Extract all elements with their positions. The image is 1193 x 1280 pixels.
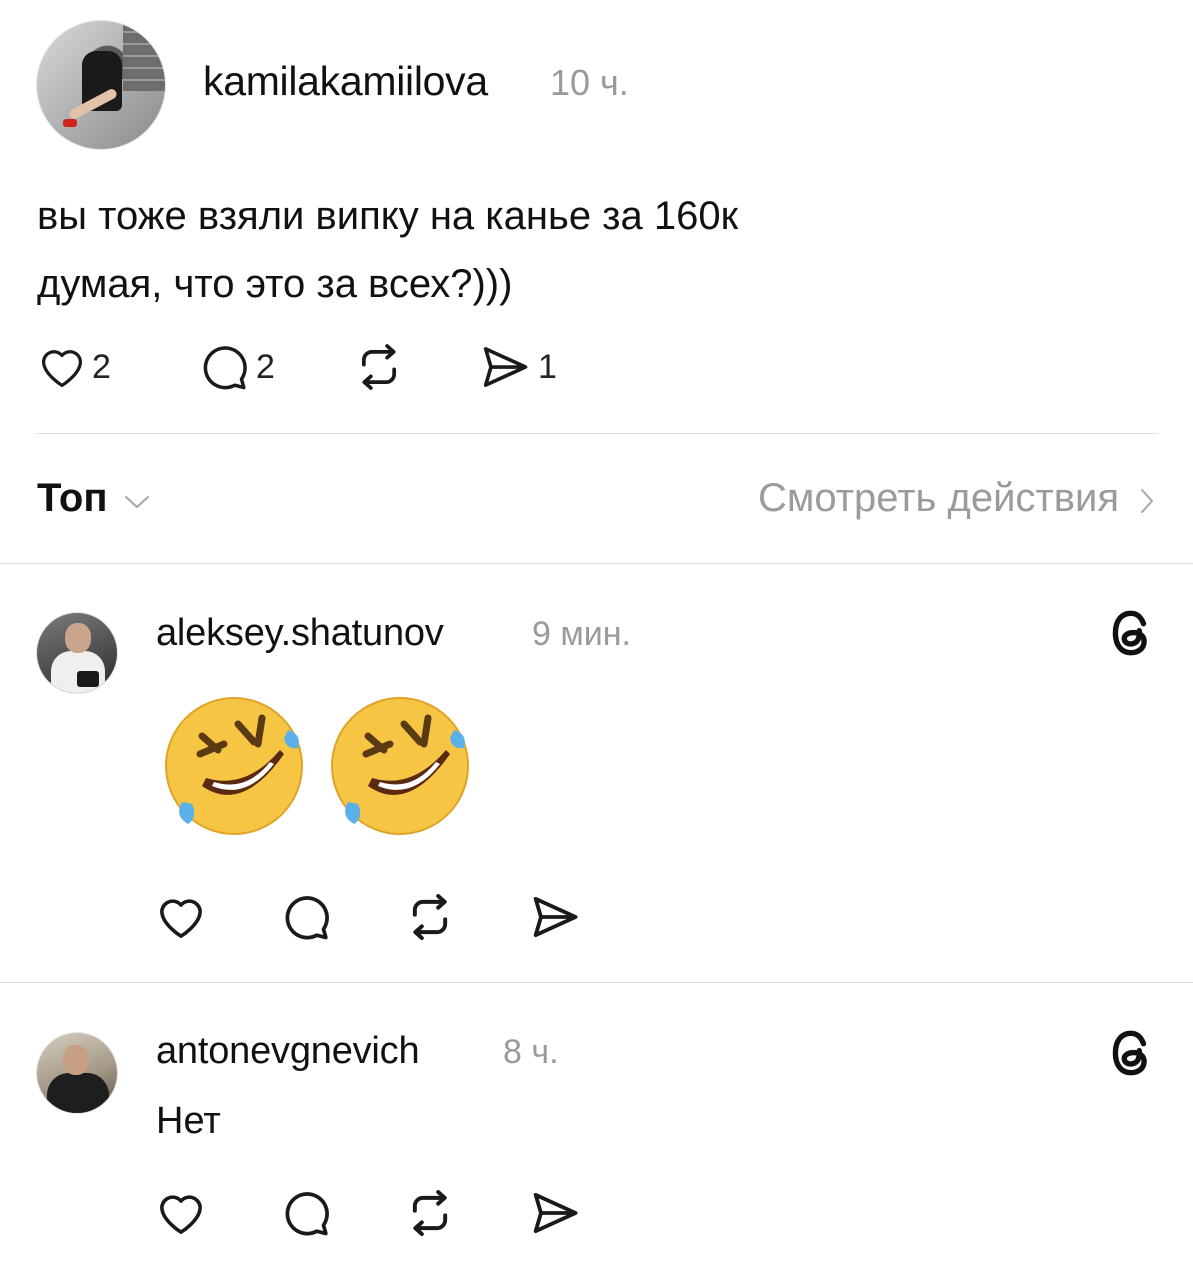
- like-count: 2: [92, 347, 111, 386]
- comment-bubble-icon: [285, 896, 329, 940]
- chevron-right-icon: [1141, 488, 1153, 513]
- sort-label: Топ: [37, 476, 108, 520]
- post-action-bar: 2 2 1: [36, 338, 557, 396]
- post-text-line-2: думая, что это за всех?))): [37, 262, 513, 306]
- reply-username[interactable]: aleksey.shatunov: [156, 612, 444, 655]
- reply-divider: [0, 982, 1193, 983]
- repost-button[interactable]: [402, 1185, 526, 1241]
- repost-icon: [412, 894, 448, 940]
- reply-username[interactable]: antonevgnevich: [156, 1030, 420, 1073]
- reply-emoji: [162, 694, 482, 843]
- like-button[interactable]: [154, 890, 278, 944]
- comment-bubble-icon: [285, 1192, 329, 1236]
- send-icon: [533, 1192, 578, 1234]
- rofl-emoji: [165, 697, 303, 835]
- author-username[interactable]: kamilakamiilova: [203, 58, 488, 105]
- reply-avatar[interactable]: [36, 612, 118, 694]
- post-timestamp: 10 ч.: [550, 62, 629, 103]
- share-button[interactable]: [526, 1184, 584, 1242]
- threads-logo-icon[interactable]: [1106, 1026, 1156, 1080]
- comment-count: 2: [256, 347, 275, 386]
- post-text: вы тоже взяли випку на канье за 160к дум…: [37, 182, 738, 318]
- heart-icon: [160, 1195, 202, 1234]
- repost-button[interactable]: [351, 339, 476, 395]
- comment-button[interactable]: 2: [196, 339, 351, 395]
- heart-icon: [160, 899, 202, 938]
- send-icon: [533, 896, 578, 938]
- send-icon: [483, 347, 528, 387]
- reply-timestamp: 8 ч.: [503, 1033, 559, 1071]
- comment-button[interactable]: [278, 889, 402, 945]
- reply-text: Нет: [156, 1100, 221, 1142]
- view-activity-link[interactable]: Смотреть действия: [758, 476, 1157, 521]
- thread-page: kamilakamiilova 10 ч. вы тоже взяли випк…: [0, 0, 1193, 1280]
- comment-button[interactable]: [278, 1185, 402, 1241]
- sort-dropdown[interactable]: Топ: [37, 476, 152, 521]
- author-avatar[interactable]: [36, 20, 166, 150]
- share-button[interactable]: 1: [476, 338, 557, 396]
- repost-button[interactable]: [402, 889, 526, 945]
- view-activity-label: Смотреть действия: [757, 476, 1119, 520]
- sort-divider: [0, 563, 1193, 564]
- comment-bubble-icon: [203, 346, 247, 390]
- reply-avatar[interactable]: [36, 1032, 118, 1114]
- post-text-line-1: вы тоже взяли випку на канье за 160к: [37, 194, 739, 238]
- threads-logo-icon[interactable]: [1106, 606, 1156, 660]
- chevron-down-icon: [124, 495, 149, 508]
- share-button[interactable]: [526, 888, 584, 946]
- heart-icon: [41, 350, 83, 388]
- reply-action-bar: [154, 888, 584, 946]
- like-button[interactable]: [154, 1186, 278, 1240]
- rofl-emoji: [331, 697, 469, 835]
- like-button[interactable]: 2: [36, 341, 196, 393]
- reply-action-bar: [154, 1184, 584, 1242]
- reply-timestamp: 9 мин.: [532, 615, 631, 653]
- repost-icon: [361, 344, 397, 390]
- share-count: 1: [538, 347, 557, 386]
- post-divider: [36, 433, 1158, 434]
- repost-icon: [412, 1190, 448, 1236]
